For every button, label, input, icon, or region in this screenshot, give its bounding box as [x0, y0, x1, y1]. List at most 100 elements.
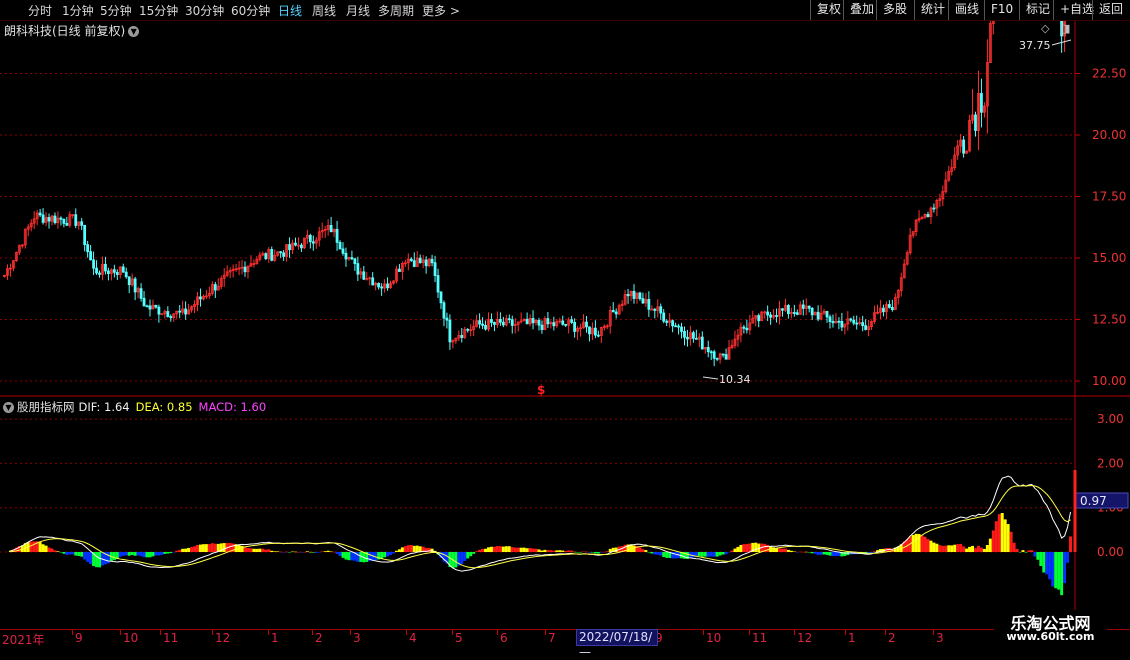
candle-body: [338, 241, 342, 250]
candle-body: [852, 319, 856, 324]
macd-bar: [98, 552, 101, 568]
macd-bar: [1060, 552, 1064, 596]
macd-bar: [1048, 552, 1052, 580]
candle-body: [98, 272, 101, 275]
toolbar-button-5[interactable]: F10: [984, 0, 1019, 20]
candle-body: [344, 252, 348, 260]
macd-bar: [700, 552, 704, 557]
period-tab-9[interactable]: 多周期: [378, 2, 414, 19]
candle-body: [525, 318, 529, 325]
candle-body: [478, 320, 481, 325]
time-axis-tick: [703, 630, 704, 635]
period-tab-7[interactable]: 周线: [312, 2, 336, 19]
candle-body: [243, 266, 247, 273]
toolbar-button-0[interactable]: 复权: [810, 0, 847, 20]
macd-bar: [715, 552, 719, 557]
candle-body: [445, 317, 449, 321]
macd-bar: [320, 551, 324, 553]
diamond-icon[interactable]: ◇: [1041, 22, 1049, 35]
period-tab-2[interactable]: 5分钟: [100, 2, 132, 19]
period-tab-4[interactable]: 30分钟: [185, 2, 224, 19]
macd-bar: [172, 552, 176, 553]
chevron-down-icon[interactable]: ▼: [3, 402, 14, 413]
toolbar-button-1[interactable]: 叠加: [843, 0, 880, 20]
macd-bar: [118, 552, 122, 557]
toolbar-button-4[interactable]: 画线: [948, 0, 985, 20]
candle-body: [65, 223, 69, 226]
dea-value: DEA: 0.85: [135, 400, 193, 414]
candle-body: [270, 249, 274, 261]
macd-bar: [573, 551, 577, 553]
macd-bar: [1000, 513, 1004, 552]
macd-bar: [587, 552, 591, 553]
macd-bar: [350, 552, 354, 561]
time-axis-tick: [933, 630, 934, 635]
macd-bar: [148, 552, 152, 558]
macd-bar: [911, 535, 915, 552]
period-tab-10[interactable]: 更多 >: [422, 2, 460, 19]
candle-body: [104, 263, 107, 272]
macd-bar: [311, 552, 315, 553]
period-tab-3[interactable]: 15分钟: [139, 2, 178, 19]
toolbar-button-8[interactable]: 返回: [1092, 0, 1129, 20]
macd-bar: [564, 550, 568, 552]
panel-toggle-icon[interactable]: ◨: [1060, 22, 1070, 35]
macd-bar: [198, 544, 202, 552]
macd-bar: [246, 547, 250, 552]
period-tab-0[interactable]: 分时: [28, 2, 52, 19]
candle-body: [926, 214, 930, 218]
macd-bar: [929, 540, 933, 552]
macd-bar: [489, 546, 493, 552]
macd-bar: [632, 545, 636, 552]
macd-bar: [288, 552, 292, 553]
macd-bar: [53, 550, 57, 552]
macd-bar: [552, 550, 556, 552]
macd-bar: [501, 546, 505, 552]
macd-bar: [255, 548, 259, 552]
macd-bar: [920, 535, 924, 552]
macd-bar: [56, 551, 60, 552]
candle-body: [546, 318, 550, 325]
macd-bar: [389, 552, 392, 555]
candle-body: [828, 316, 832, 322]
candle-body: [329, 225, 333, 233]
candle-body: [745, 327, 749, 331]
period-tab-6[interactable]: 日线: [278, 2, 302, 19]
candle-body: [124, 271, 128, 278]
macd-bar: [190, 547, 194, 552]
macd-bar: [466, 552, 470, 559]
toolbar-button-3[interactable]: 统计: [914, 0, 951, 20]
candle-body: [795, 312, 799, 315]
chevron-down-icon[interactable]: ▼: [128, 26, 140, 37]
candle-body: [671, 320, 675, 327]
macd-bar: [561, 550, 565, 552]
period-tab-1[interactable]: 1分钟: [62, 2, 94, 19]
period-tab-8[interactable]: 月线: [346, 2, 370, 19]
macd-bar: [659, 552, 663, 556]
time-axis: 2021年 9 10 11 12 1 2 3 4 5 6 7 9 10 11 12 1 2 3: [0, 629, 1130, 651]
candle-body: [112, 269, 116, 273]
macd-bar: [1021, 550, 1025, 552]
period-tab-5[interactable]: 60分钟: [231, 2, 270, 19]
macd-bar: [706, 552, 710, 557]
macd-bar: [528, 548, 532, 552]
macd-bar: [585, 551, 588, 553]
macd-bar: [775, 548, 779, 552]
candle-body: [686, 336, 689, 340]
candle-body: [706, 346, 710, 353]
price-tick: 10.00: [1092, 374, 1126, 388]
candle-body: [700, 336, 704, 350]
candle-body: [614, 311, 618, 315]
macd-bar: [754, 542, 758, 552]
macd-bar: [74, 552, 78, 556]
macd-bar: [484, 548, 488, 552]
macd-bar: [89, 552, 93, 565]
macd-bar: [795, 552, 799, 553]
toolbar-button-2[interactable]: 多股: [876, 0, 913, 20]
macd-bar: [400, 547, 404, 552]
toolbar-button-6[interactable]: 标记: [1019, 0, 1056, 20]
macd-bar: [537, 549, 541, 552]
candle-body: [588, 326, 591, 335]
candle-body: [490, 319, 493, 323]
candle-body: [531, 317, 535, 324]
